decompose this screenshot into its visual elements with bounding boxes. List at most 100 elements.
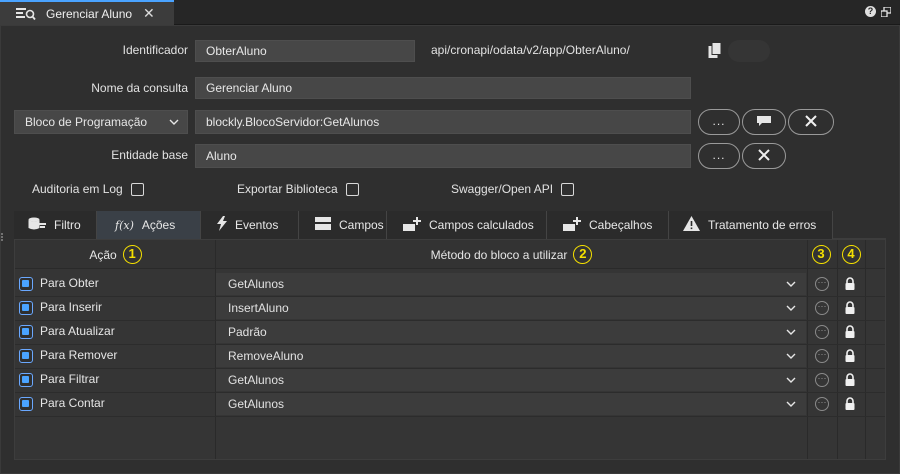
- more-options-icon[interactable]: ···: [815, 301, 829, 315]
- lock-icon[interactable]: [844, 397, 856, 411]
- chevron-down-icon: [786, 393, 796, 423]
- col-acao-header: Ação 1: [15, 240, 216, 269]
- lock-icon[interactable]: [844, 277, 856, 291]
- tab-label: Tratamento de erros: [708, 218, 817, 232]
- entidade-browse-button[interactable]: ...: [698, 143, 740, 169]
- row-action-label: Para Contar: [40, 396, 105, 410]
- exportar-label: Exportar Biblioteca: [237, 182, 338, 196]
- copy-icon[interactable]: [708, 42, 726, 60]
- query-manager-icon: [16, 7, 36, 21]
- row-method-value: GetAlunos: [228, 277, 285, 291]
- document-tab[interactable]: Gerenciar Aluno ✕: [0, 0, 174, 25]
- clear-block-button[interactable]: [788, 109, 834, 135]
- table-row: Para Remover RemoveAluno ···: [15, 344, 885, 368]
- more-options-icon[interactable]: ···: [815, 277, 829, 291]
- row-method-value: GetAlunos: [228, 397, 285, 411]
- row-method-select[interactable]: InsertAluno: [216, 297, 806, 319]
- tab-label: Filtro: [54, 218, 81, 232]
- restore-window-icon[interactable]: [880, 6, 892, 18]
- function-icon: f(x): [115, 218, 134, 232]
- lock-icon[interactable]: [844, 301, 856, 315]
- section-tabs: Filtro f(x) Ações Eventos Campos Campos …: [14, 211, 886, 239]
- copy-toggle[interactable]: [728, 40, 770, 62]
- row-action-label: Para Filtrar: [40, 372, 100, 386]
- endpoint-url: api/cronapi/odata/v2/app/ObterAluno/: [431, 43, 630, 57]
- help-icon[interactable]: ?: [865, 6, 876, 17]
- row-method-select[interactable]: GetAlunos: [216, 393, 806, 415]
- row-enabled-checkbox[interactable]: [19, 397, 33, 411]
- open-block-button[interactable]: [742, 109, 786, 135]
- row-action-label: Para Inserir: [40, 300, 103, 314]
- row-method-select[interactable]: GetAlunos: [216, 369, 806, 391]
- col-lock-header: 4: [837, 240, 865, 269]
- close-icon: [805, 114, 817, 130]
- tab-acoes[interactable]: f(x) Ações: [97, 211, 201, 239]
- entidade-base-label: Entidade base: [111, 148, 188, 162]
- more-options-icon[interactable]: ···: [815, 373, 829, 387]
- identificador-label: Identificador: [122, 43, 188, 57]
- resize-grip-icon[interactable]: [0, 231, 4, 241]
- entidade-base-input[interactable]: Aluno: [195, 144, 691, 168]
- more-options-icon[interactable]: ···: [815, 349, 829, 363]
- nome-consulta-label: Nome da consulta: [91, 81, 188, 95]
- swagger-checkbox[interactable]: [561, 182, 575, 196]
- query-type-value: Bloco de Programação: [25, 115, 148, 129]
- callout-badge-4: 4: [841, 245, 861, 264]
- chevron-down-icon: [169, 111, 179, 141]
- col-acao-title: Ação: [89, 247, 117, 262]
- bloco-servidor-input[interactable]: blockly.BlocoServidor:GetAlunos: [195, 110, 691, 134]
- lock-icon[interactable]: [844, 325, 856, 339]
- row-method-value: RemoveAluno: [228, 349, 304, 363]
- ellipsis-label: ...: [712, 147, 726, 162]
- table-row: Para Obter GetAlunos ···: [15, 272, 885, 296]
- table-row: Para Atualizar Padrão ···: [15, 320, 885, 344]
- more-options-icon[interactable]: ···: [815, 325, 829, 339]
- table-row: Para Filtrar GetAlunos ···: [15, 368, 885, 392]
- row-method-select[interactable]: Padrão: [216, 321, 806, 343]
- row-enabled-checkbox[interactable]: [19, 277, 33, 291]
- more-options-icon[interactable]: ···: [815, 397, 829, 411]
- lock-icon[interactable]: [844, 349, 856, 363]
- tab-eventos[interactable]: Eventos: [201, 211, 299, 239]
- tab-label: Campos: [339, 218, 384, 232]
- tab-filtro[interactable]: Filtro: [14, 211, 97, 239]
- row-action-label: Para Obter: [40, 276, 99, 290]
- exportar-checkbox[interactable]: [345, 182, 359, 196]
- row-enabled-checkbox[interactable]: [19, 373, 33, 387]
- table-row: Para Contar GetAlunos ···: [15, 392, 885, 416]
- add-header-icon: [563, 216, 581, 234]
- query-type-select[interactable]: Bloco de Programação: [14, 110, 188, 134]
- tab-tratamento-erros[interactable]: Tratamento de erros: [669, 211, 833, 239]
- col-metodo-title: Método do bloco a utilizar: [430, 247, 568, 262]
- close-icon: [758, 148, 770, 164]
- add-field-icon: [403, 216, 421, 234]
- swagger-label: Swagger/Open API: [451, 182, 554, 196]
- row-enabled-checkbox[interactable]: [19, 349, 33, 363]
- auditoria-option: Auditoria em Log: [32, 182, 144, 196]
- tab-label: Eventos: [235, 218, 279, 232]
- exportar-option: Exportar Biblioteca: [237, 182, 359, 196]
- row-enabled-checkbox[interactable]: [19, 325, 33, 339]
- tab-label: Ações: [141, 218, 176, 232]
- bloco-browse-button[interactable]: ...: [698, 109, 740, 135]
- close-icon[interactable]: ✕: [143, 5, 155, 22]
- clear-entidade-button[interactable]: [742, 143, 786, 169]
- tab-cabecalhos[interactable]: Cabeçalhos: [547, 211, 669, 239]
- tab-label: Cabeçalhos: [589, 218, 653, 232]
- col-metodo-header: Método do bloco a utilizar 2: [216, 240, 807, 269]
- row-method-select[interactable]: RemoveAluno: [216, 345, 806, 367]
- row-method-value: InsertAluno: [228, 301, 289, 315]
- grid-header: Ação 1 Método do bloco a utilizar 2 3 4: [15, 240, 885, 269]
- database-filter-icon: [28, 217, 46, 234]
- swagger-option: Swagger/Open API: [451, 182, 575, 196]
- identificador-input[interactable]: ObterAluno: [195, 40, 415, 62]
- callout-badge-1: 1: [122, 245, 142, 264]
- row-method-value: Padrão: [228, 325, 267, 339]
- lock-icon[interactable]: [844, 373, 856, 387]
- tab-campos-calculados[interactable]: Campos calculados: [387, 211, 547, 239]
- row-method-select[interactable]: GetAlunos: [216, 273, 806, 295]
- auditoria-checkbox[interactable]: [130, 182, 144, 196]
- tab-campos[interactable]: Campos: [299, 211, 387, 239]
- row-enabled-checkbox[interactable]: [19, 301, 33, 315]
- nome-consulta-input[interactable]: Gerenciar Aluno: [195, 77, 691, 99]
